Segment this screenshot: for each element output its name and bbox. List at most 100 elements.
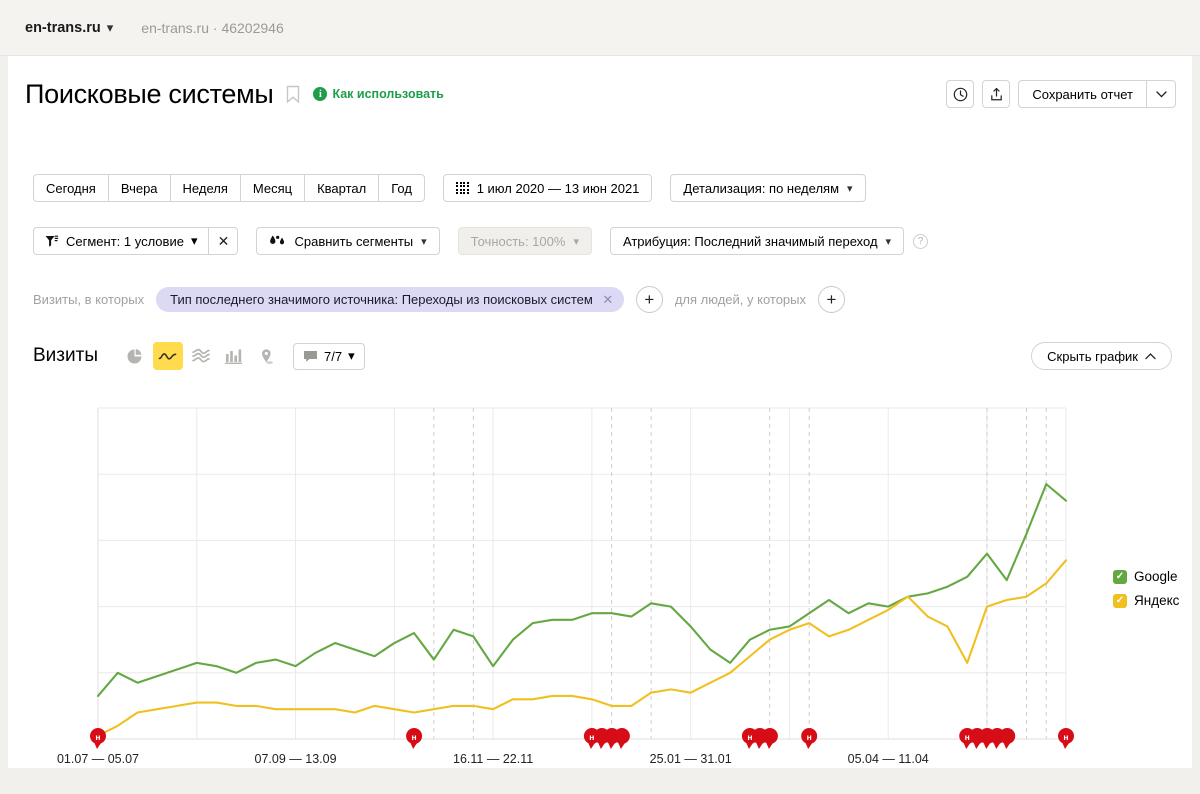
close-icon[interactable]: ✕ xyxy=(601,292,615,307)
bottom-strip xyxy=(8,768,1192,785)
save-report-group: Сохранить отчет xyxy=(1018,80,1176,108)
legend-item-yandex[interactable]: ✓ Яндекс xyxy=(1113,593,1179,608)
annotation-marker: н xyxy=(1058,728,1074,749)
period-month[interactable]: Месяц xyxy=(239,174,305,202)
line-chart-icon[interactable] xyxy=(152,342,183,370)
legend-label-google: Google xyxy=(1134,569,1178,584)
annotation-marker: н xyxy=(406,728,423,749)
account-name: en-trans.ru xyxy=(25,19,101,36)
account-switcher[interactable]: en-trans.ru ▾ xyxy=(25,20,113,36)
comment-icon xyxy=(303,350,317,362)
legend-checkbox-yandex[interactable]: ✓ xyxy=(1113,593,1127,608)
report-card: Поисковые системы i Как использовать Сох… xyxy=(8,56,1192,768)
annotation-marker-group: н xyxy=(801,728,818,749)
share-button[interactable] xyxy=(982,80,1011,108)
annotation-marker-group: н xyxy=(583,728,630,749)
counter-info: en-trans.ru · 46202946 xyxy=(141,20,283,36)
chevron-down-icon: ▾ xyxy=(348,348,355,363)
annotation-glyph: н xyxy=(589,732,594,742)
chart-canvas[interactable]: 01.07 — 05.07 07.09 — 13.09 16.11 — 22.11 2… xyxy=(8,391,1192,791)
legend-label-yandex: Яндекс xyxy=(1134,593,1180,608)
calendar-icon xyxy=(455,181,469,195)
period-week[interactable]: Неделя xyxy=(169,174,240,202)
legend-checkbox-google[interactable]: ✓ xyxy=(1113,569,1127,584)
period-quarter[interactable]: Квартал xyxy=(304,174,379,202)
counter-site: en-trans.ru xyxy=(141,19,209,36)
save-report-button[interactable]: Сохранить отчет xyxy=(1018,80,1146,108)
period-yesterday[interactable]: Вчера xyxy=(107,174,170,202)
segment-button[interactable]: Сегмент: 1 условие ▾ xyxy=(33,227,209,255)
chart-type-group xyxy=(120,342,282,370)
top-account-bar: en-trans.ru ▾ en-trans.ru · 46202946 xyxy=(0,0,1200,56)
visits-line-chart: 01.07 — 05.07 07.09 — 13.09 16.11 — 22.11 2… xyxy=(8,391,1192,791)
annotation-marker: н xyxy=(90,728,106,749)
map-chart-icon[interactable] xyxy=(252,342,282,370)
add-visit-condition-button[interactable]: + xyxy=(635,286,663,313)
period-year[interactable]: Год xyxy=(378,174,425,202)
chevron-down-icon: ▾ xyxy=(885,235,892,248)
history-button[interactable] xyxy=(946,80,975,108)
filter-builder: Визиты, в которых Тип последнего значимо… xyxy=(33,286,846,313)
compare-segments-button[interactable]: Сравнить сегменты ▾ xyxy=(256,227,440,255)
hide-chart-button[interactable]: Скрыть график xyxy=(1031,342,1172,370)
detail-level-select[interactable]: Детализация: по неделям ▾ xyxy=(670,174,866,202)
annotation-marker: н xyxy=(959,728,976,749)
filter-chip-source[interactable]: Тип последнего значимого источника: Пере… xyxy=(156,287,624,312)
left-rail xyxy=(0,0,8,785)
annotation-glyph: н xyxy=(807,732,812,742)
x-tick-label: 16.11 — 22.11 xyxy=(453,752,533,766)
x-tick-label: 01.07 — 05.07 xyxy=(57,752,139,766)
bar-chart-icon[interactable] xyxy=(219,342,249,370)
x-tick-label: 25.01 — 31.01 xyxy=(650,752,732,766)
info-icon: i xyxy=(313,87,328,101)
attribution-label: Атрибуция: Последний значимый переход xyxy=(622,233,878,249)
counter-id: 46202946 xyxy=(221,19,284,36)
annotation-glyph: н xyxy=(747,732,752,742)
comments-selector[interactable]: 7/7 ▾ xyxy=(292,342,365,370)
date-range-picker[interactable]: 1 июл 2020 — 13 июн 2021 xyxy=(442,174,653,202)
segment-control: Сегмент: 1 условие ▾ ✕ xyxy=(33,227,239,255)
quick-period-group: Сегодня Вчера Неделя Месяц Квартал Год xyxy=(33,174,425,202)
period-today[interactable]: Сегодня xyxy=(33,174,108,202)
legend-item-google[interactable]: ✓ Google xyxy=(1113,569,1179,584)
segment-label: Сегмент: 1 условие xyxy=(66,233,184,249)
chevron-down-icon: ▾ xyxy=(573,235,579,248)
bookmark-icon[interactable] xyxy=(286,85,300,104)
segment-toolbar: Сегмент: 1 условие ▾ ✕ Сравнить сегменты… xyxy=(33,227,929,255)
filter-chip-label: Тип последнего значимого источника: Пере… xyxy=(170,292,593,307)
annotation-glyph: н xyxy=(95,732,100,742)
header-actions: Сохранить отчет xyxy=(946,80,1176,108)
how-to-use-link[interactable]: i Как использовать xyxy=(313,87,444,101)
annotation-marker: н xyxy=(741,728,758,749)
filter-people-label: для людей, у которых xyxy=(674,292,807,307)
annotation-marker-group: н xyxy=(741,728,778,749)
how-to-use-label: Как использовать xyxy=(332,87,444,101)
x-tick-label: 07.09 — 13.09 xyxy=(255,752,337,766)
attribution-select[interactable]: Атрибуция: Последний значимый переход ▾ xyxy=(609,227,905,255)
chart-legend: ✓ Google ✓ Яндекс xyxy=(1113,569,1179,608)
comments-count: 7/7 xyxy=(323,348,343,364)
save-report-caret[interactable] xyxy=(1146,80,1176,108)
accuracy-label: Точность: 100% xyxy=(470,233,566,249)
annotation-marker-group: н xyxy=(90,728,106,749)
period-toolbar: Сегодня Вчера Неделя Месяц Квартал Год 1… xyxy=(33,174,866,202)
pie-chart-icon[interactable] xyxy=(120,342,150,370)
area-chart-icon[interactable] xyxy=(186,342,216,370)
compare-segments-label: Сравнить сегменты xyxy=(294,233,414,249)
annotation-marker: н xyxy=(801,728,818,749)
add-people-condition-button[interactable]: + xyxy=(818,286,846,313)
right-rail xyxy=(1192,0,1200,785)
chevron-down-icon: ▾ xyxy=(190,233,198,248)
question-icon[interactable]: ? xyxy=(913,233,929,249)
metric-title: Визиты xyxy=(33,345,98,366)
accuracy-select[interactable]: Точность: 100% ▾ xyxy=(457,227,592,255)
segment-clear-button[interactable]: ✕ xyxy=(208,227,239,255)
counter-separator: · xyxy=(212,19,218,36)
funnel-icon xyxy=(45,235,59,247)
detail-level-label: Детализация: по неделям xyxy=(683,180,840,196)
annotation-marker-group: н xyxy=(406,728,423,749)
chart-toolbar: Визиты 7/7 ▾ Скрыть график xyxy=(33,342,1172,370)
annotation-marker: н xyxy=(583,728,600,749)
date-range-label: 1 июл 2020 — 13 июн 2021 xyxy=(476,180,640,196)
filter-prefix-label: Визиты, в которых xyxy=(33,292,145,307)
